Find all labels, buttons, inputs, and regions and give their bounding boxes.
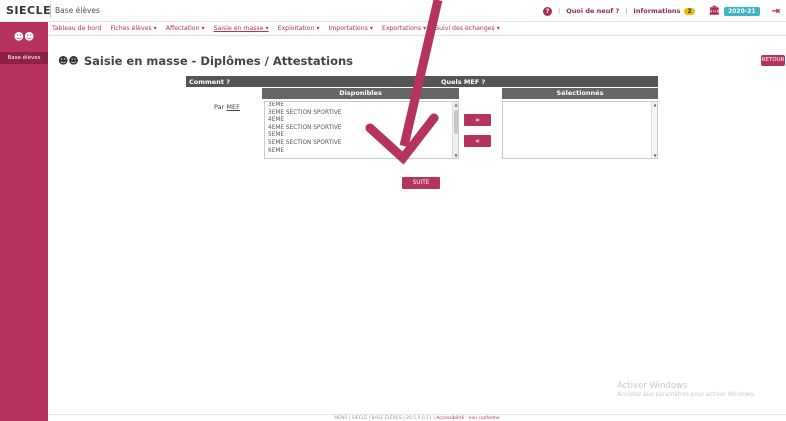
- annotation-arrow: [365, 0, 443, 165]
